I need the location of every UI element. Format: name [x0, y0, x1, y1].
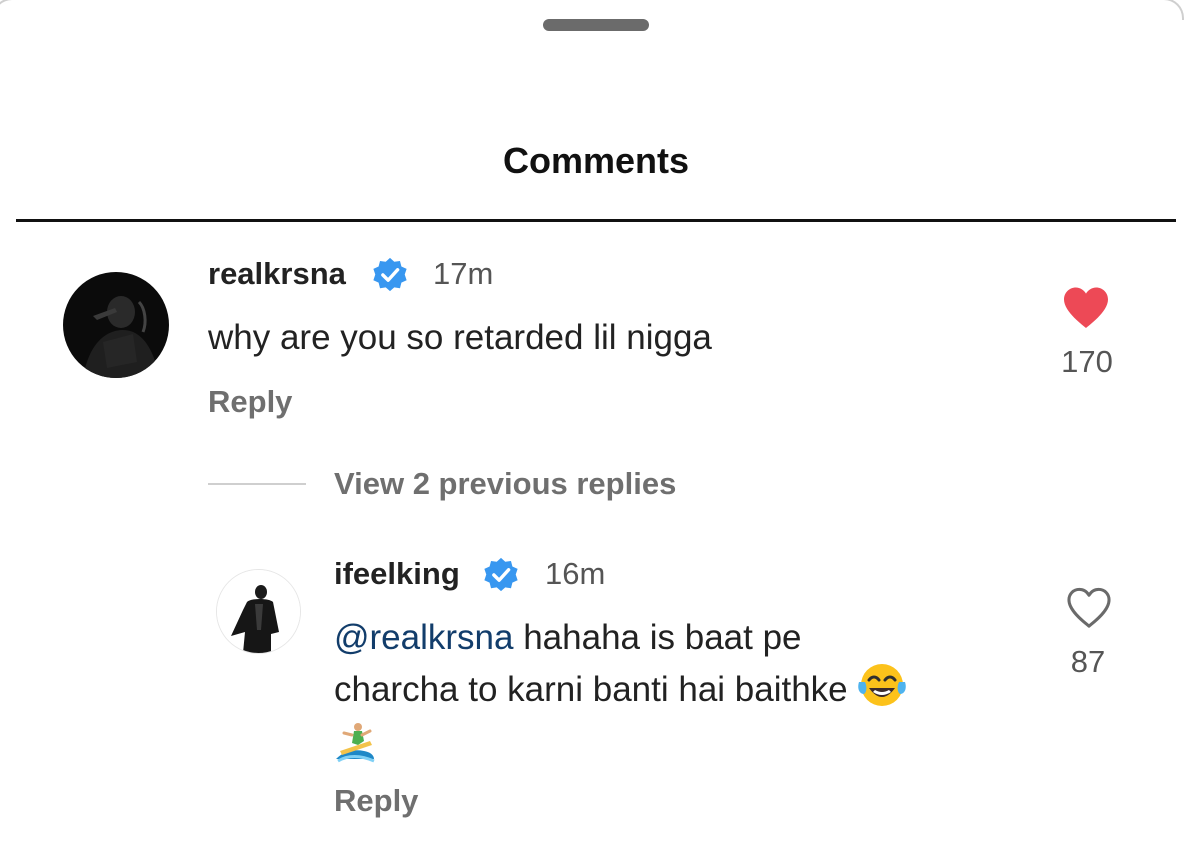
- comments-sheet: Comments realkrsna 17m why are you so re…: [0, 0, 1200, 858]
- reply-timestamp: 16m: [545, 556, 606, 591]
- face-with-tears-of-joy-icon: [857, 662, 907, 721]
- reply-button[interactable]: Reply: [208, 384, 292, 420]
- sheet-corner-left: [0, 0, 14, 20]
- person-surfing-icon: [334, 721, 376, 776]
- header-divider: [16, 219, 1176, 222]
- reply-text-line2: charcha to karni banti hai baithke: [334, 669, 848, 709]
- reply-text: @realkrsna hahaha is baat pe charcha to …: [334, 614, 1034, 776]
- sheet-corner-right: [1162, 0, 1184, 20]
- reply-username[interactable]: ifeelking: [334, 556, 460, 592]
- comment-timestamp: 17m: [433, 256, 494, 291]
- sheet-title: Comments: [502, 140, 690, 181]
- view-previous-replies-button[interactable]: View 2 previous replies: [334, 466, 676, 502]
- mention-link[interactable]: @realkrsna: [334, 618, 513, 657]
- comment-text: why are you so retarded lil nigga: [208, 318, 712, 357]
- heart-outline-icon[interactable]: [1066, 587, 1112, 629]
- comment-username[interactable]: realkrsna: [208, 256, 346, 292]
- avatar[interactable]: [216, 569, 301, 654]
- like-count: 170: [1061, 344, 1113, 379]
- avatar[interactable]: [63, 272, 169, 378]
- replies-divider-line: [208, 483, 306, 485]
- heart-filled-icon[interactable]: [1062, 286, 1110, 330]
- like-count: 87: [1070, 644, 1106, 679]
- verified-badge-icon: [484, 557, 518, 592]
- verified-badge-icon: [373, 257, 407, 292]
- reply-text-line1: hahaha is baat pe: [513, 618, 802, 657]
- drag-handle[interactable]: [543, 19, 649, 31]
- reply-button[interactable]: Reply: [334, 783, 418, 819]
